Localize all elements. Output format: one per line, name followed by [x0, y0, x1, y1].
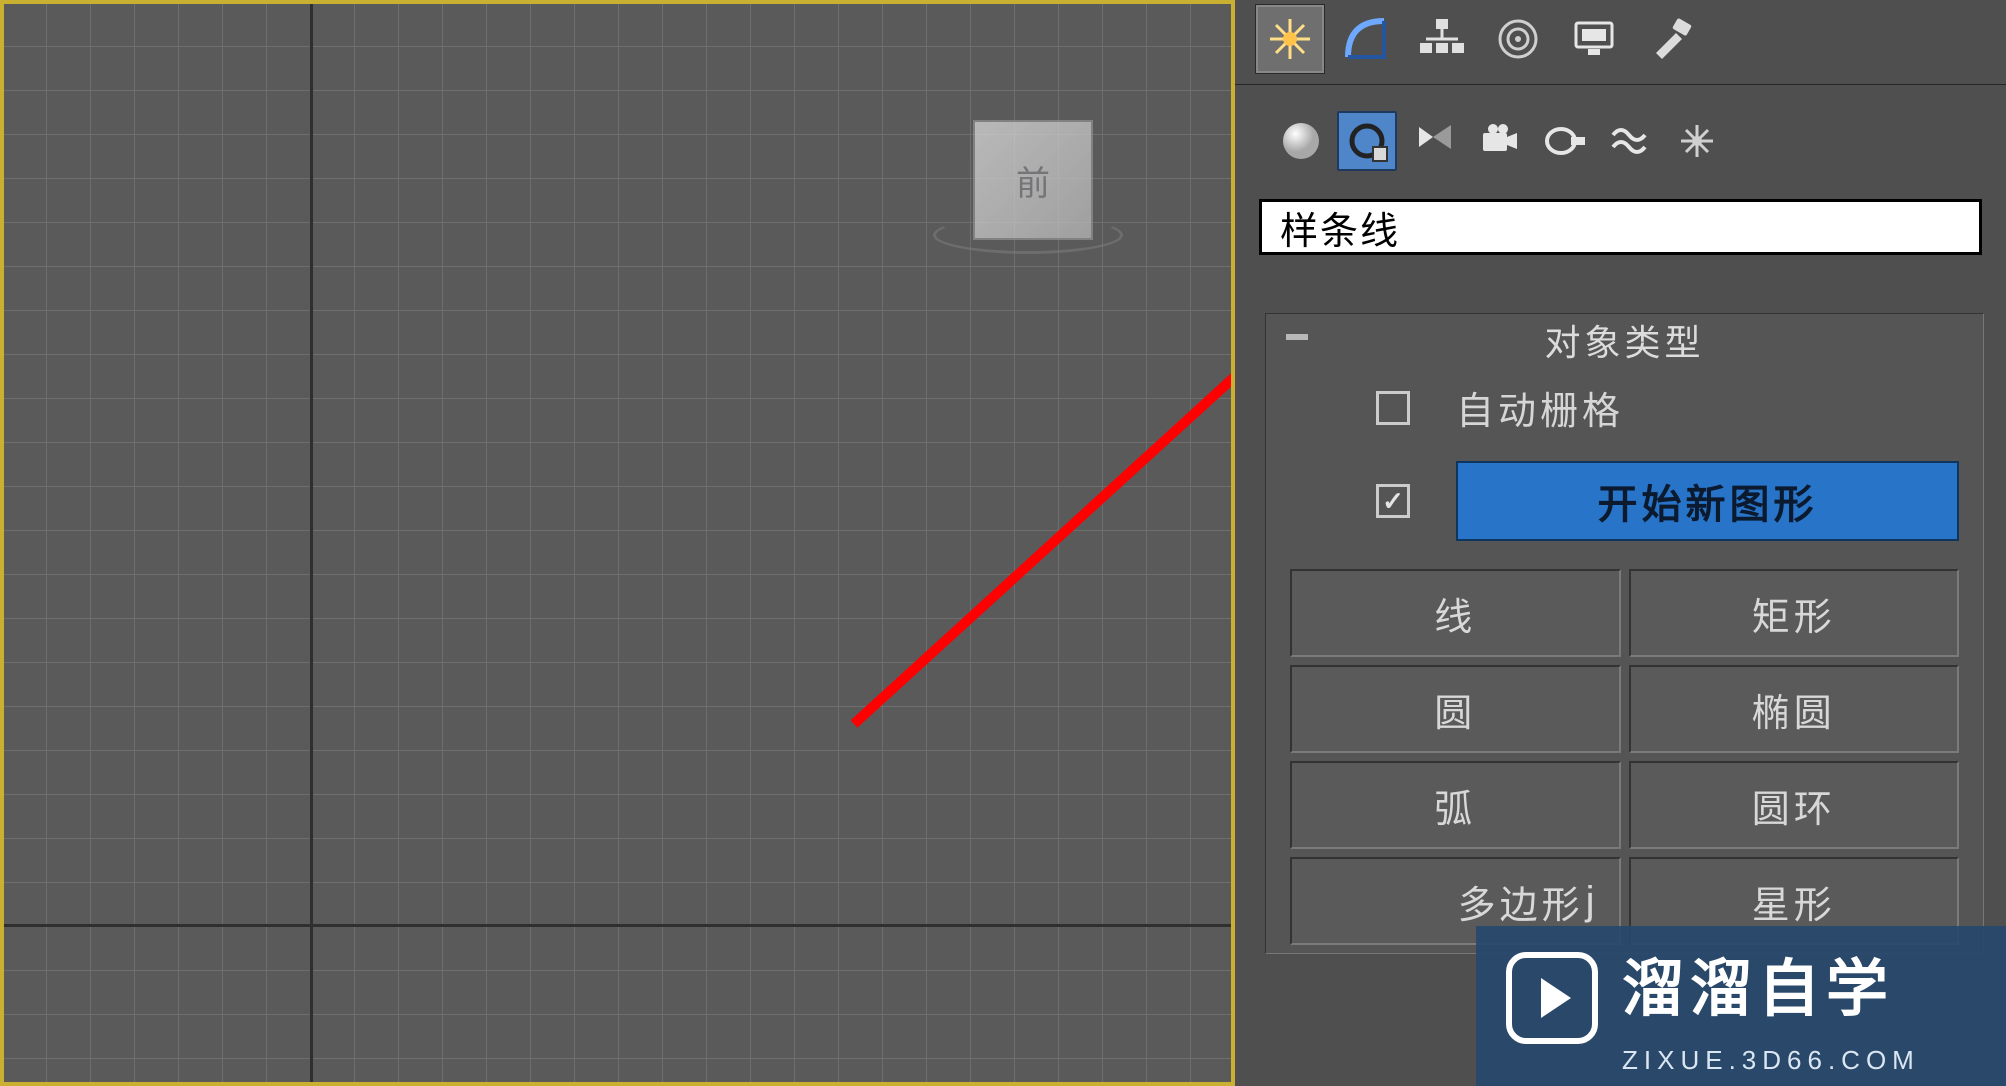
object-button-ellipse[interactable]: 椭圆 — [1629, 665, 1960, 753]
shape-category-dropdown[interactable]: 样条线 — [1259, 199, 1982, 255]
object-type-button-grid: 线 矩形 圆 椭圆 弧 圆环 多边形 j — [1290, 569, 1959, 945]
object-button-label: 矩形 — [1752, 586, 1836, 641]
start-new-shape-label: 开始新图形 — [1598, 472, 1818, 530]
object-button-arc[interactable]: 弧 — [1290, 761, 1621, 849]
watermark-title: 溜溜自学 — [1622, 938, 1894, 1028]
object-button-label: 星形 — [1752, 874, 1836, 929]
watermark-play-icon — [1506, 952, 1598, 1044]
collapse-icon — [1286, 334, 1308, 340]
object-button-label: 圆 — [1434, 682, 1476, 737]
autogrid-row: 自动栅格 — [1290, 380, 1959, 435]
watermark: 溜溜自学 ZIXUE.3D66.COM — [1476, 926, 2006, 1086]
wave-icon — [1609, 119, 1653, 163]
object-button-rectangle[interactable]: 矩形 — [1629, 569, 1960, 657]
create-subcategory-bar — [1235, 85, 2006, 185]
create-star-icon — [1266, 15, 1314, 63]
tab-hierarchy[interactable] — [1407, 4, 1477, 74]
tab-motion[interactable] — [1483, 4, 1553, 74]
viewport-axis-horizontal — [4, 924, 1231, 927]
tab-utilities[interactable] — [1635, 4, 1705, 74]
viewcube-ring[interactable] — [933, 216, 1123, 254]
subcat-helpers[interactable] — [1535, 111, 1595, 171]
viewcube-face-label: 前 — [1016, 156, 1050, 205]
hierarchy-icon — [1418, 15, 1466, 63]
dropdown-value: 样条线 — [1280, 200, 1400, 255]
annotation-letter: j — [1586, 879, 1599, 924]
object-button-donut[interactable]: 圆环 — [1629, 761, 1960, 849]
object-button-label: 椭圆 — [1752, 682, 1836, 737]
object-button-circle[interactable]: 圆 — [1290, 665, 1621, 753]
tab-create[interactable] — [1255, 4, 1325, 74]
sphere-icon — [1279, 119, 1323, 163]
object-button-line[interactable]: 线 — [1290, 569, 1621, 657]
start-new-shape-checkbox[interactable] — [1376, 484, 1410, 518]
rollout-title: 对象类型 — [1544, 314, 1704, 366]
subcat-cameras[interactable] — [1469, 111, 1529, 171]
tab-modify[interactable] — [1331, 4, 1401, 74]
modify-arc-icon — [1342, 15, 1390, 63]
start-new-shape-row: 开始新图形 — [1290, 461, 1959, 541]
rollout-header[interactable]: 对象类型 — [1266, 314, 1983, 366]
command-panel: 样条线 对象类型 自动栅格 开始新图形 线 矩形 — [1235, 0, 2006, 1086]
panel-tab-bar — [1235, 0, 2006, 85]
motion-disc-icon — [1494, 15, 1542, 63]
hammer-icon — [1646, 15, 1694, 63]
watermark-url: ZIXUE.3D66.COM — [1622, 1045, 1920, 1076]
subcat-geometry[interactable] — [1271, 111, 1331, 171]
object-button-label: 弧 — [1434, 778, 1476, 833]
object-button-label: 圆环 — [1752, 778, 1836, 833]
tape-measure-icon — [1543, 119, 1587, 163]
object-button-label: 线 — [1434, 586, 1476, 641]
object-button-label: 多边形 — [1458, 874, 1584, 929]
rollout-object-type: 对象类型 自动栅格 开始新图形 线 矩形 圆 — [1265, 313, 1984, 954]
tab-display[interactable] — [1559, 4, 1629, 74]
subcat-systems[interactable] — [1667, 111, 1727, 171]
subcat-shapes[interactable] — [1337, 111, 1397, 171]
display-monitor-icon — [1570, 15, 1618, 63]
viewport-axis-vertical — [310, 4, 313, 1082]
viewport-front[interactable]: 前 — [0, 0, 1235, 1086]
gear-burst-icon — [1675, 119, 1719, 163]
autogrid-checkbox[interactable] — [1376, 391, 1410, 425]
subcat-lights[interactable] — [1403, 111, 1463, 171]
viewcube[interactable]: 前 — [963, 120, 1103, 260]
start-new-shape-button[interactable]: 开始新图形 — [1456, 461, 1959, 541]
subcat-spacewarps[interactable] — [1601, 111, 1661, 171]
autogrid-label: 自动栅格 — [1456, 380, 1624, 435]
camera-icon — [1477, 119, 1521, 163]
spotlight-icon — [1411, 119, 1455, 163]
shapes-circle-icon — [1345, 119, 1389, 163]
